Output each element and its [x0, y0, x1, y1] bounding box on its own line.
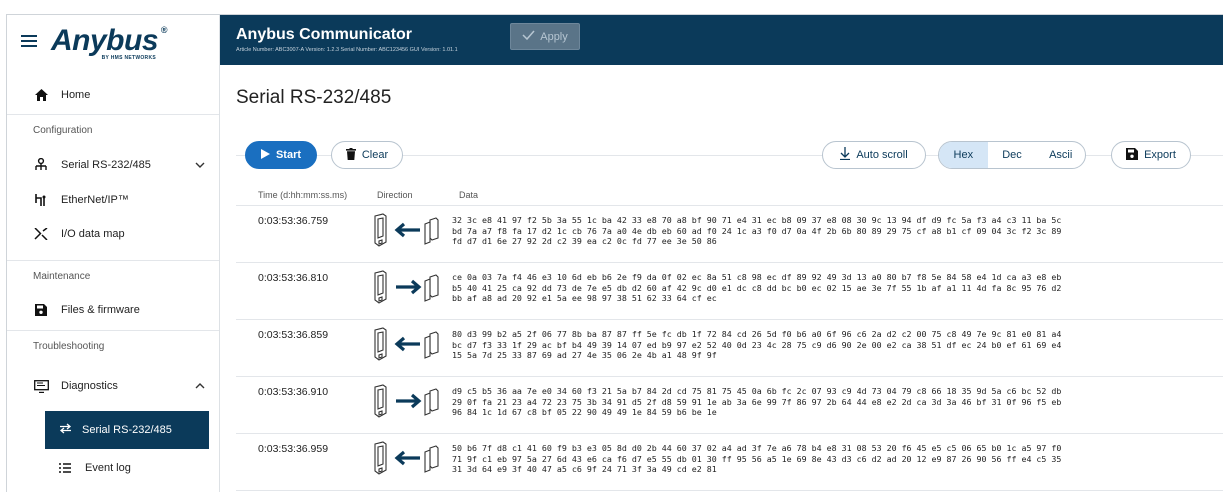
- list-icon: [57, 460, 73, 476]
- page-title: Serial RS-232/485: [236, 87, 392, 108]
- sidebar-item-label: Serial RS-232/485: [82, 424, 172, 436]
- direction-incoming-icon: [370, 440, 442, 476]
- trash-icon: [345, 147, 356, 163]
- start-label: Start: [275, 149, 302, 161]
- menu-icon[interactable]: [21, 35, 37, 47]
- row-data: 80 d3 99 b2 a5 2f 06 77 8b ba 87 87 ff 5…: [452, 329, 1062, 361]
- row-divider: [236, 376, 1223, 377]
- format-hex[interactable]: Hex: [939, 142, 988, 168]
- sidebar-item-label: Serial RS-232/485: [61, 159, 151, 171]
- row-time: 0:03:53:36.759: [258, 215, 329, 227]
- main-content: Serial RS-232/485 Start Clear Auto scrol…: [220, 65, 1223, 492]
- brand: Anybus ® BY HMS NETWORKS: [7, 15, 219, 67]
- section-configuration: Configuration: [33, 125, 93, 136]
- divider: [7, 330, 219, 331]
- sidebar-item-home[interactable]: Home: [7, 85, 219, 105]
- sidebar-item-io-map[interactable]: I/O data map: [7, 224, 219, 244]
- device-info: Article Number: ABC3007-A Version: 1.2.3…: [236, 47, 458, 53]
- chevron-up-icon[interactable]: [195, 381, 205, 392]
- row-data: 50 b6 7f d8 c1 41 60 f9 b3 e3 05 8d d0 2…: [452, 443, 1062, 475]
- auto-scroll-label: Auto scroll: [856, 149, 908, 161]
- play-icon: [260, 148, 270, 162]
- section-maintenance: Maintenance: [33, 271, 91, 282]
- apply-button[interactable]: Apply: [510, 23, 580, 50]
- home-icon: [33, 87, 49, 103]
- sidebar-item-diagnostics[interactable]: Diagnostics: [7, 376, 219, 396]
- sidebar-item-serial[interactable]: Serial RS-232/485: [7, 155, 219, 175]
- sidebar-subitem-serial[interactable]: Serial RS-232/485: [45, 411, 209, 449]
- row-divider: [236, 205, 1223, 206]
- sidebar-item-label: EtherNet/IP™: [61, 194, 129, 206]
- export-button[interactable]: Export: [1111, 141, 1191, 169]
- io-map-icon: [33, 226, 49, 242]
- direction-outgoing-icon: [370, 269, 442, 305]
- row-data: 32 3c e8 41 97 f2 5b 3a 55 1c ba 42 33 e…: [452, 215, 1062, 247]
- sidebar: Anybus ® BY HMS NETWORKS Home Configuratio…: [7, 15, 220, 492]
- row-time: 0:03:53:36.959: [258, 443, 329, 455]
- row-time: 0:03:53:36.859: [258, 329, 329, 341]
- app-header: Anybus Communicator Article Number: ABC3…: [220, 15, 1223, 65]
- sidebar-item-files[interactable]: Files & firmware: [7, 300, 219, 320]
- app-frame: Anybus ® BY HMS NETWORKS Home Configuratio…: [6, 14, 1223, 492]
- format-dec[interactable]: Dec: [988, 142, 1037, 168]
- sidebar-item-label: Diagnostics: [61, 380, 118, 392]
- sidebar-item-ethernet[interactable]: EtherNet/IP™: [7, 190, 219, 210]
- start-button[interactable]: Start: [245, 141, 317, 169]
- check-icon: [522, 30, 535, 43]
- ethernet-icon: [33, 192, 49, 208]
- export-label: Export: [1144, 149, 1176, 161]
- monitor-icon: [33, 378, 49, 394]
- row-data: d9 c5 b5 36 aa 7e e0 34 60 f3 21 5a b7 8…: [452, 386, 1062, 418]
- direction-incoming-icon: [370, 326, 442, 362]
- format-ascii[interactable]: Ascii: [1036, 142, 1085, 168]
- auto-scroll-button[interactable]: Auto scroll: [822, 141, 926, 169]
- clear-label: Clear: [361, 149, 389, 161]
- sidebar-item-label: Event log: [85, 462, 131, 474]
- section-troubleshooting: Troubleshooting: [33, 341, 105, 352]
- save-icon: [33, 302, 49, 318]
- chevron-down-icon[interactable]: [195, 160, 205, 171]
- row-time: 0:03:53:36.810: [258, 272, 329, 284]
- row-divider: [236, 490, 1223, 491]
- save-icon: [1126, 147, 1139, 163]
- row-divider: [236, 319, 1223, 320]
- row-time: 0:03:53:36.910: [258, 386, 329, 398]
- apply-label: Apply: [540, 30, 568, 43]
- serial-network-icon: [33, 157, 49, 173]
- column-header-direction: Direction: [377, 190, 413, 200]
- divider: [7, 260, 219, 261]
- sidebar-item-label: Home: [61, 89, 91, 101]
- anybus-logo: Anybus ® BY HMS NETWORKS: [51, 24, 168, 61]
- sidebar-item-label: Files & firmware: [61, 304, 140, 316]
- sidebar-subitem-event-log[interactable]: Event log: [7, 458, 219, 478]
- direction-outgoing-icon: [370, 383, 442, 419]
- direction-incoming-icon: [370, 212, 442, 248]
- column-header-time: Time (d:hh:mm:ss.ms): [258, 190, 348, 200]
- clear-button[interactable]: Clear: [331, 141, 403, 169]
- app-title: Anybus Communicator: [236, 26, 413, 43]
- format-toggle: Hex Dec Ascii: [938, 141, 1086, 169]
- arrow-down-icon: [840, 147, 851, 163]
- swap-arrows-icon: [59, 423, 72, 437]
- sidebar-item-label: I/O data map: [61, 228, 125, 240]
- row-data: ce 0a 03 7a f4 46 e3 10 6d eb b6 2e f9 d…: [452, 272, 1062, 304]
- row-divider: [236, 433, 1223, 434]
- divider: [7, 114, 219, 115]
- column-header-data: Data: [459, 190, 479, 200]
- row-divider: [236, 262, 1223, 263]
